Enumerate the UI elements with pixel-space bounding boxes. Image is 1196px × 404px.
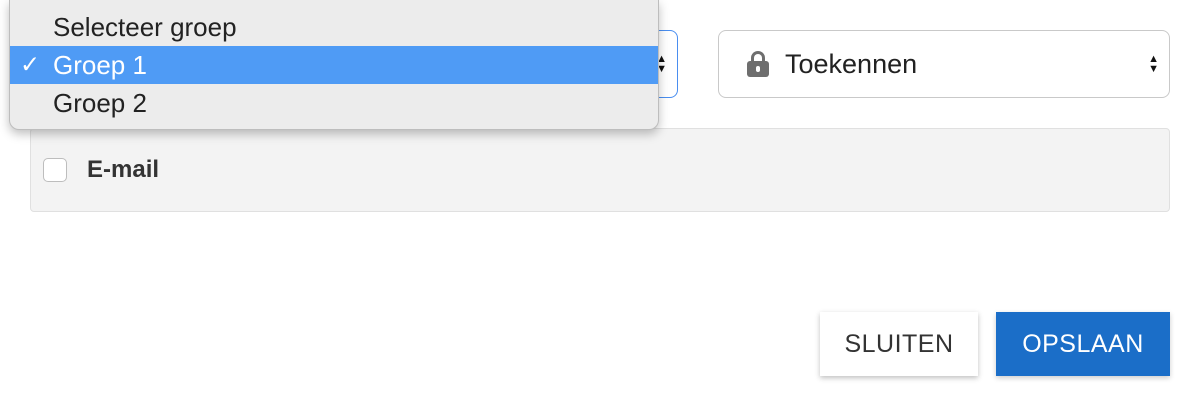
close-button[interactable]: SLUITEN xyxy=(820,312,978,376)
dropdown-option-select-group[interactable]: Selecteer groep xyxy=(10,0,658,46)
dropdown-option-group-1[interactable]: ✓ Groep 1 xyxy=(10,46,658,84)
email-label: E-mail xyxy=(87,156,160,183)
dropdown-option-label: Groep 2 xyxy=(53,87,147,118)
group-dropdown-menu: Selecteer groep ✓ Groep 1 Groep 2 xyxy=(9,0,659,130)
lock-icon xyxy=(747,51,769,77)
permission-select[interactable]: Toekennen ▲ ▼ xyxy=(718,30,1170,98)
dropdown-option-label: Selecteer groep xyxy=(53,11,237,42)
dialog-content: ▲ ▼ Toekennen ▲ ▼ E-mail SLUITEN OPSLAAN S… xyxy=(0,0,1196,404)
email-option-row: E-mail xyxy=(30,128,1170,212)
save-button[interactable]: OPSLAAN xyxy=(996,312,1170,376)
dropdown-option-group-2[interactable]: Groep 2 xyxy=(10,84,658,122)
dropdown-option-label: Groep 1 xyxy=(53,49,147,80)
select-arrows-icon: ▲ ▼ xyxy=(1148,53,1159,75)
permission-select-value: Toekennen xyxy=(785,48,918,79)
checkmark-icon: ✓ xyxy=(20,51,41,79)
email-checkbox[interactable] xyxy=(43,158,67,182)
